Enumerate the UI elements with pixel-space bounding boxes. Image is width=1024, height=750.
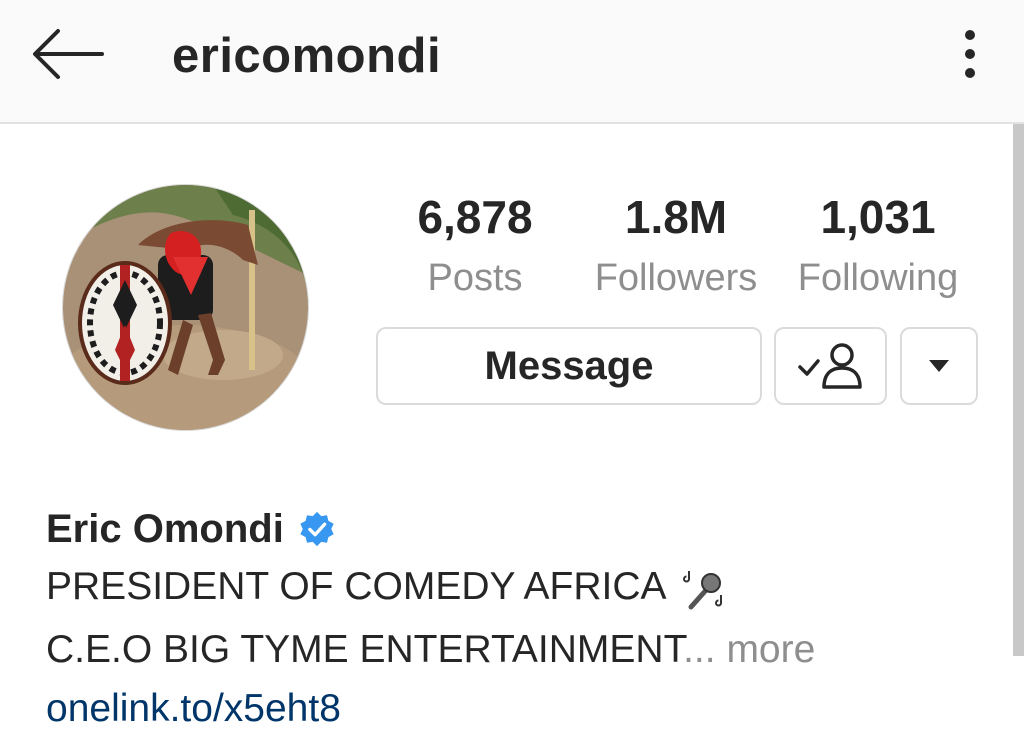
bio-more-link[interactable]: more bbox=[716, 628, 815, 671]
suggested-dropdown-button[interactable] bbox=[900, 327, 978, 405]
verified-badge-icon bbox=[300, 511, 334, 547]
profile-website-link[interactable]: onelink.to/x5eht8 bbox=[46, 685, 341, 733]
profile-username: ericomondi bbox=[172, 29, 442, 83]
microphone-icon bbox=[683, 570, 723, 610]
more-options-icon[interactable] bbox=[950, 24, 990, 84]
followers-count: 1.8M bbox=[624, 191, 728, 243]
posts-label: Posts bbox=[427, 257, 523, 299]
message-button[interactable]: Message bbox=[376, 327, 762, 405]
bio-text-2: C.E.O BIG TYME ENTERTAINMENT bbox=[46, 628, 684, 671]
user-check-icon bbox=[797, 343, 862, 389]
bio-line-1: PRESIDENT OF COMEDY AFRICA bbox=[46, 563, 727, 611]
following-toggle-button[interactable] bbox=[774, 327, 887, 405]
profile-avatar[interactable] bbox=[62, 184, 309, 431]
posts-count: 6,878 bbox=[417, 191, 533, 243]
bio-ellipsis: ... bbox=[683, 628, 716, 671]
triangle-down-icon bbox=[929, 360, 949, 372]
followers-label: Followers bbox=[594, 257, 758, 299]
posts-stat[interactable]: 6,878 Posts bbox=[405, 190, 545, 302]
full-name: Eric Omondi bbox=[46, 507, 284, 551]
following-count: 1,031 bbox=[820, 191, 936, 243]
followers-stat[interactable]: 1.8M Followers bbox=[588, 190, 764, 302]
following-stat[interactable]: 1,031 Following bbox=[790, 190, 966, 302]
scrollbar[interactable] bbox=[1013, 124, 1024, 656]
following-label: Following bbox=[797, 257, 959, 299]
top-app-bar: ericomondi bbox=[0, 0, 1024, 124]
profile-full-name-row: Eric Omondi bbox=[46, 505, 336, 553]
back-arrow-icon[interactable] bbox=[26, 24, 106, 84]
bio-line-2: C.E.O BIG TYME ENTERTAINMENT... more bbox=[46, 626, 815, 674]
bio-text-1: PRESIDENT OF COMEDY AFRICA bbox=[46, 565, 665, 608]
